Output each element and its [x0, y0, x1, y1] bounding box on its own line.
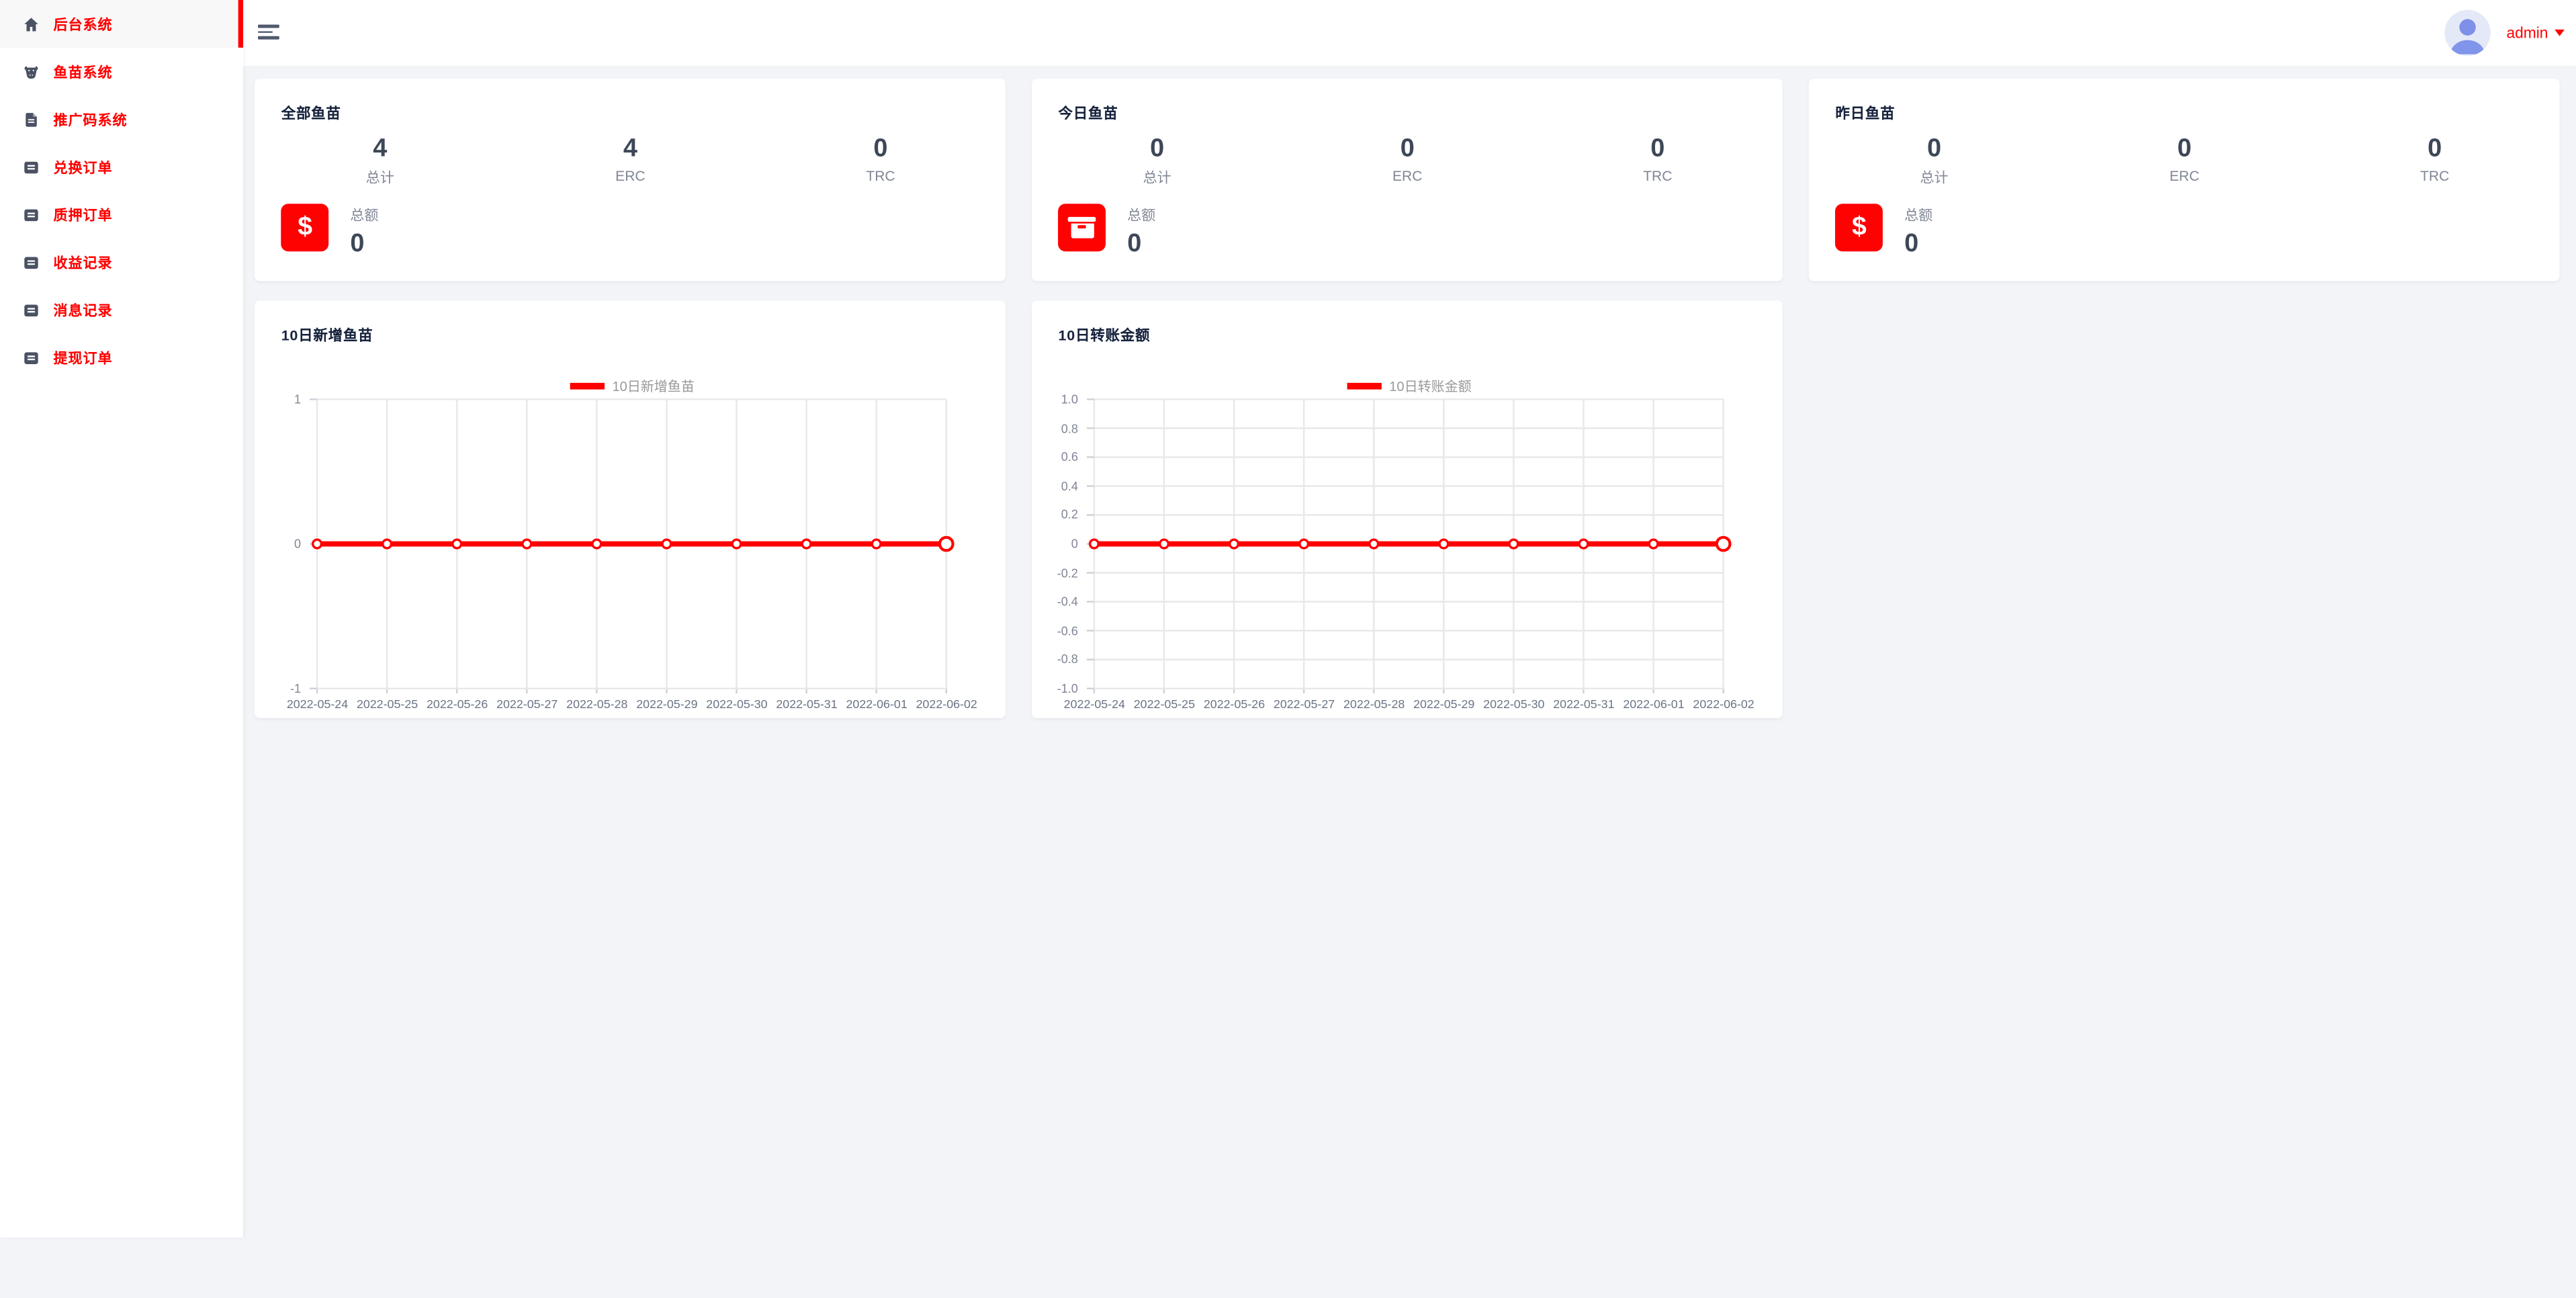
stat-label: 总计: [255, 167, 506, 187]
amount-row: $ 总额 0: [1835, 204, 1933, 259]
legend-swatch-icon: [570, 382, 604, 390]
y-axis-labels: 10-1: [255, 399, 306, 688]
card-icon: [23, 159, 39, 175]
caret-down-icon: [2555, 30, 2565, 36]
stat-label: TRC: [2309, 167, 2560, 183]
card-title: 昨日鱼苗: [1835, 102, 1895, 124]
sidebar-item-label: 鱼苗系统: [53, 62, 112, 81]
card-icon: [23, 254, 39, 270]
sidebar-item-fry-system[interactable]: 鱼苗系统: [0, 48, 242, 95]
stat-value: 0: [756, 136, 1006, 161]
card-icon: [23, 302, 39, 318]
stat-card-yesterday-fry: 昨日鱼苗 0总计 0ERC 0TRC $ 总额 0: [1809, 79, 2560, 281]
dollar-icon: $: [1835, 204, 1883, 251]
stat-label: ERC: [2059, 167, 2310, 183]
amount-value: 0: [1127, 229, 1155, 259]
chart-card-transfer-amount-10d: 10日转账金额 10日转账金额 1.00.80.60.40.20-0.2-0.4…: [1032, 301, 1783, 718]
sidebar-item-label: 收益记录: [53, 252, 112, 271]
person-avatar-icon: [2444, 10, 2490, 56]
sidebar-item-pledge-orders[interactable]: 质押订单: [0, 191, 242, 239]
card-title: 今日鱼苗: [1059, 102, 1118, 124]
cow-icon: [23, 63, 39, 79]
main-content: 全部鱼苗 4总计 4ERC 0TRC $ 总额 0 今日鱼苗: [242, 66, 2576, 1298]
username: admin: [2506, 25, 2548, 41]
x-axis-labels: 2022-05-242022-05-252022-05-262022-05-27…: [317, 696, 946, 712]
sidebar-item-label: 推广码系统: [53, 110, 127, 129]
chart-title: 10日新增鱼苗: [281, 324, 373, 345]
sidebar-item-message-records[interactable]: 消息记录: [0, 286, 242, 334]
chart-legend[interactable]: 10日转账金额: [1094, 376, 1724, 396]
amount-label: 总额: [1127, 206, 1155, 225]
admin-dashboard: 后台系统 鱼苗系统: [0, 0, 2576, 1298]
legend-label: 10日转账金额: [1389, 376, 1471, 396]
dollar-icon: $: [281, 204, 329, 251]
chart-title: 10日转账金额: [1059, 324, 1151, 345]
document-icon: [23, 111, 39, 127]
stat-label: TRC: [1533, 167, 1783, 183]
stat-label: ERC: [505, 167, 756, 183]
card-title: 全部鱼苗: [281, 102, 341, 124]
stat-columns: 0总计 0ERC 0TRC: [1809, 136, 2560, 187]
avatar: [2444, 10, 2490, 56]
line-plot: [317, 399, 946, 688]
chart-legend[interactable]: 10日新增鱼苗: [317, 376, 946, 396]
stat-value: 4: [255, 136, 506, 161]
stat-label: ERC: [1282, 167, 1533, 183]
stat-label: TRC: [756, 167, 1006, 183]
stat-value: 0: [1032, 136, 1282, 161]
stat-label: 总计: [1032, 167, 1282, 187]
stat-value: 0: [1809, 136, 2059, 161]
stat-value: 0: [2309, 136, 2560, 161]
stat-columns: 4 总计 4 ERC 0 TRC: [255, 136, 1006, 187]
legend-swatch-icon: [1347, 382, 1381, 390]
stat-value: 0: [1282, 136, 1533, 161]
sidebar: 后台系统 鱼苗系统: [0, 0, 242, 1238]
card-icon: [23, 206, 39, 222]
amount-value: 0: [350, 229, 378, 259]
charts-row: 10日新增鱼苗 10日新增鱼苗 10-1 2022-05-242022-05-2…: [255, 301, 2576, 718]
amount-row: 总额 0: [1059, 204, 1156, 259]
sidebar-item-label: 提现订单: [53, 347, 112, 367]
sidebar-item-label: 后台系统: [53, 14, 112, 34]
legend-label: 10日新增鱼苗: [612, 376, 694, 396]
sidebar-item-earning-records[interactable]: 收益记录: [0, 239, 242, 286]
user-menu[interactable]: admin: [2444, 0, 2565, 66]
amount-label: 总额: [1904, 206, 1933, 225]
card-icon: [23, 349, 39, 365]
stat-columns: 0总计 0ERC 0TRC: [1032, 136, 1783, 187]
sidebar-item-exchange-orders[interactable]: 兑换订单: [0, 143, 242, 191]
topbar: admin: [242, 0, 2576, 66]
sidebar-item-label: 兑换订单: [53, 157, 112, 177]
sidebar-item-label: 质押订单: [53, 205, 112, 224]
stat-value: 4: [505, 136, 756, 161]
stat-card-all-fry: 全部鱼苗 4 总计 4 ERC 0 TRC $ 总额 0: [255, 79, 1006, 281]
amount-value: 0: [1904, 229, 1933, 259]
archive-box-icon: [1059, 204, 1106, 251]
amount-row: $ 总额 0: [281, 204, 379, 259]
hamburger-menu-icon[interactable]: [258, 25, 279, 40]
stat-card-today-fry: 今日鱼苗 0总计 0ERC 0TRC 总额 0: [1032, 79, 1783, 281]
amount-label: 总额: [350, 206, 378, 225]
home-icon: [23, 15, 39, 32]
y-axis-labels: 1.00.80.60.40.20-0.2-0.4-0.6-0.8-1.0: [1032, 399, 1083, 688]
sidebar-item-promo-code-system[interactable]: 推广码系统: [0, 95, 242, 143]
chart-card-new-fry-10d: 10日新增鱼苗 10日新增鱼苗 10-1 2022-05-242022-05-2…: [255, 301, 1006, 718]
stat-value: 0: [2059, 136, 2310, 161]
stat-cards-row: 全部鱼苗 4总计 4ERC 0TRC $ 总额 0 今日鱼苗: [255, 79, 2576, 281]
x-axis-labels: 2022-05-242022-05-252022-05-262022-05-27…: [1094, 696, 1724, 712]
sidebar-item-backend-system[interactable]: 后台系统: [0, 0, 242, 48]
stat-label: 总计: [1809, 167, 2059, 187]
sidebar-item-withdraw-orders[interactable]: 提现订单: [0, 333, 242, 381]
sidebar-item-label: 消息记录: [53, 300, 112, 319]
stat-value: 0: [1533, 136, 1783, 161]
line-plot: [1094, 399, 1724, 688]
